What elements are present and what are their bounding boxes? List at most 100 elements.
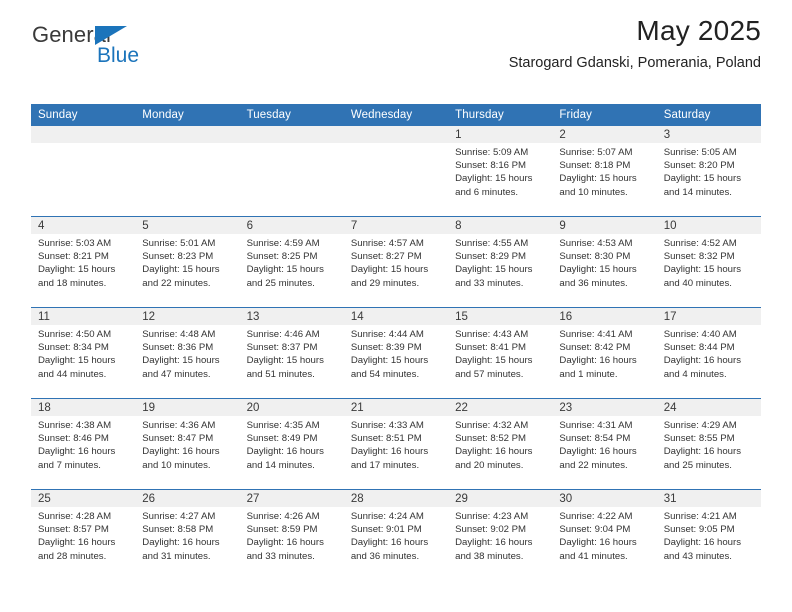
calendar-day-cell[interactable]: 14 Sunrise: 4:44 AM Sunset: 8:39 PM Dayligh… [343,307,449,399]
day-number: 16 [552,308,657,325]
day-cell-inner: 7 Sunrise: 4:57 AM Sunset: 8:27 PM Daylight… [343,217,449,307]
calendar-day-cell[interactable]: 26 Sunrise: 4:27 AM Sunset: 8:58 PM Dayligh… [135,489,240,580]
day-cell-inner: 15 Sunrise: 4:43 AM Sunset: 8:41 PM Dayligh… [448,308,553,398]
daylight-line-cont: and 54 minutes. [350,368,420,380]
day-details: Sunrise: 4:26 AM Sunset: 8:59 PM Daylight:… [240,507,344,563]
sunset-line: Sunset: 8:25 PM [246,251,318,263]
day-cell-inner: 16 Sunrise: 4:41 AM Sunset: 8:42 PM Dayligh… [552,308,657,398]
calendar-day-cell[interactable]: 25 Sunrise: 4:28 AM Sunset: 8:57 PM Dayligh… [31,489,136,580]
sunset-line: Sunset: 8:30 PM [559,251,631,263]
day-details: Sunrise: 4:21 AM Sunset: 9:05 PM Daylight:… [657,507,761,563]
day-cell-inner: 6 Sunrise: 4:59 AM Sunset: 8:25 PM Daylight… [239,217,344,307]
sunrise-line: Sunrise: 4:31 AM [559,420,633,431]
day-cell-inner: 23 Sunrise: 4:31 AM Sunset: 8:54 PM Dayligh… [552,399,657,489]
sunset-line: Sunset: 8:46 PM [38,433,109,445]
calendar-day-cell[interactable]: 21 Sunrise: 4:33 AM Sunset: 8:51 PM Dayligh… [343,398,449,490]
sunrise-line: Sunrise: 4:44 AM [350,329,424,340]
day-number: 8 [448,217,553,234]
day-details: Sunrise: 4:28 AM Sunset: 8:57 PM Daylight:… [31,507,135,563]
calendar-day-cell[interactable]: 31 Sunrise: 4:21 AM Sunset: 9:05 PM Dayligh… [656,489,761,580]
calendar-day-cell[interactable]: 18 Sunrise: 4:38 AM Sunset: 8:46 PM Dayligh… [31,398,136,490]
calendar-day-cell[interactable]: 19 Sunrise: 4:36 AM Sunset: 8:47 PM Dayligh… [135,398,240,490]
day-number: 3 [656,126,761,143]
calendar-day-cell[interactable]: 1 Sunrise: 5:09 AM Sunset: 8:16 PM Daylight… [448,126,553,217]
calendar-day-cell[interactable]: 17 Sunrise: 4:40 AM Sunset: 8:44 PM Dayligh… [656,307,761,399]
calendar-day-cell[interactable]: 9 Sunrise: 4:53 AM Sunset: 8:30 PM Daylight… [552,216,657,308]
day-details: Sunrise: 4:36 AM Sunset: 8:47 PM Daylight:… [135,416,239,472]
day-details: Sunrise: 4:41 AM Sunset: 8:42 PM Daylight:… [552,325,656,381]
daylight-line-cont: and 6 minutes. [455,186,519,198]
calendar-day-cell[interactable]: 13 Sunrise: 4:46 AM Sunset: 8:37 PM Dayligh… [239,307,344,399]
calendar-day-cell[interactable]: 28 Sunrise: 4:24 AM Sunset: 9:01 PM Dayligh… [343,489,449,580]
calendar-day-cell[interactable]: 27 Sunrise: 4:26 AM Sunset: 8:59 PM Dayligh… [239,489,344,580]
blue-triangle-icon [95,26,127,45]
sunrise-line: Sunrise: 4:35 AM [246,420,320,431]
day-cell-inner: 2 Sunrise: 5:07 AM Sunset: 8:18 PM Daylight… [552,126,657,216]
day-details: Sunrise: 4:50 AM Sunset: 8:34 PM Daylight:… [31,325,135,381]
day-cell-inner: 25 Sunrise: 4:28 AM Sunset: 8:57 PM Dayligh… [31,490,136,580]
sunrise-line: Sunrise: 4:26 AM [246,511,320,522]
daylight-line-cont: and 4 minutes. [663,368,727,380]
calendar-empty-cell [135,126,240,217]
calendar-day-cell[interactable]: 30 Sunrise: 4:22 AM Sunset: 9:04 PM Dayligh… [552,489,657,580]
day-details: Sunrise: 4:57 AM Sunset: 8:27 PM Daylight:… [344,234,448,290]
sunrise-line: Sunrise: 4:21 AM [663,511,737,522]
weekday-header-saturday: Saturday [656,104,761,126]
calendar-day-cell[interactable]: 24 Sunrise: 4:29 AM Sunset: 8:55 PM Dayligh… [656,398,761,490]
calendar-day-cell[interactable]: 7 Sunrise: 4:57 AM Sunset: 8:27 PM Daylight… [343,216,449,308]
day-number: 6 [239,217,344,234]
daylight-line: Daylight: 15 hours [38,264,116,276]
day-cell-inner: 1 Sunrise: 5:09 AM Sunset: 8:16 PM Daylight… [448,126,553,216]
calendar-day-cell[interactable]: 12 Sunrise: 4:48 AM Sunset: 8:36 PM Dayligh… [135,307,240,399]
calendar-day-cell[interactable]: 5 Sunrise: 5:01 AM Sunset: 8:23 PM Daylight… [135,216,240,308]
calendar-day-cell[interactable]: 29 Sunrise: 4:23 AM Sunset: 9:02 PM Dayligh… [448,489,553,580]
sunrise-line: Sunrise: 5:09 AM [455,147,529,158]
daylight-line: Daylight: 16 hours [663,355,742,367]
day-number: 17 [656,308,761,325]
calendar-day-cell[interactable]: 10 Sunrise: 4:52 AM Sunset: 8:32 PM Dayligh… [656,216,761,308]
page-header: General Blue May 2025 Starogard Gdanski,… [31,0,761,74]
generalblue-logo[interactable]: General Blue [31,24,211,76]
calendar-day-cell[interactable]: 3 Sunrise: 5:05 AM Sunset: 8:20 PM Daylight… [656,126,761,217]
day-details: Sunrise: 4:33 AM Sunset: 8:51 PM Daylight:… [344,416,448,472]
daylight-line-cont: and 47 minutes. [142,368,211,380]
day-number: 7 [343,217,449,234]
day-details: Sunrise: 4:43 AM Sunset: 8:41 PM Daylight:… [448,325,552,381]
sunset-line: Sunset: 8:29 PM [455,251,527,263]
daylight-line-cont: and 36 minutes. [559,277,628,289]
day-cell-inner: 14 Sunrise: 4:44 AM Sunset: 8:39 PM Dayligh… [343,308,449,398]
calendar-day-cell[interactable]: 23 Sunrise: 4:31 AM Sunset: 8:54 PM Dayligh… [552,398,657,490]
calendar-day-cell[interactable]: 22 Sunrise: 4:32 AM Sunset: 8:52 PM Dayligh… [448,398,553,490]
day-cell-inner [239,126,344,216]
calendar-day-cell[interactable]: 6 Sunrise: 4:59 AM Sunset: 8:25 PM Daylight… [239,216,344,308]
day-details [31,143,135,146]
calendar-day-cell[interactable]: 8 Sunrise: 4:55 AM Sunset: 8:29 PM Daylight… [448,216,553,308]
sunrise-line: Sunrise: 5:01 AM [142,238,216,249]
daylight-line-cont: and 22 minutes. [142,277,211,289]
daylight-line-cont: and 29 minutes. [350,277,420,289]
location-subtitle: Starogard Gdanski, Pomerania, Poland [508,55,761,71]
calendar-day-cell[interactable]: 11 Sunrise: 4:50 AM Sunset: 8:34 PM Dayligh… [31,307,136,399]
day-number: 20 [239,399,344,416]
day-cell-inner: 31 Sunrise: 4:21 AM Sunset: 9:05 PM Dayligh… [656,490,761,580]
sunrise-line: Sunrise: 4:38 AM [38,420,112,431]
calendar-grid-wrapper: Sunday Monday Tuesday Wednesday Thursday Frid… [31,104,761,580]
calendar-week-row: 1 Sunrise: 5:09 AM Sunset: 8:16 PM Daylight… [31,126,761,217]
calendar-day-cell[interactable]: 15 Sunrise: 4:43 AM Sunset: 8:41 PM Dayligh… [448,307,553,399]
day-number: 4 [31,217,136,234]
calendar-day-cell[interactable]: 2 Sunrise: 5:07 AM Sunset: 8:18 PM Daylight… [552,126,657,217]
day-cell-inner: 18 Sunrise: 4:38 AM Sunset: 8:46 PM Dayligh… [31,399,136,489]
calendar-day-cell[interactable]: 16 Sunrise: 4:41 AM Sunset: 8:42 PM Dayligh… [552,307,657,399]
sunset-line: Sunset: 8:52 PM [455,433,527,445]
daylight-line: Daylight: 15 hours [455,173,533,185]
calendar-day-cell[interactable]: 4 Sunrise: 5:03 AM Sunset: 8:21 PM Daylight… [31,216,136,308]
day-cell-inner: 26 Sunrise: 4:27 AM Sunset: 8:58 PM Dayligh… [135,490,240,580]
daylight-line: Daylight: 15 hours [142,355,220,367]
daylight-line: Daylight: 16 hours [663,446,742,458]
day-details: Sunrise: 4:38 AM Sunset: 8:46 PM Daylight:… [31,416,135,472]
sunrise-line: Sunrise: 4:29 AM [663,420,737,431]
day-number: 15 [448,308,553,325]
day-details: Sunrise: 4:48 AM Sunset: 8:36 PM Daylight:… [135,325,239,381]
day-details: Sunrise: 4:40 AM Sunset: 8:44 PM Daylight:… [657,325,761,381]
calendar-day-cell[interactable]: 20 Sunrise: 4:35 AM Sunset: 8:49 PM Dayligh… [239,398,344,490]
